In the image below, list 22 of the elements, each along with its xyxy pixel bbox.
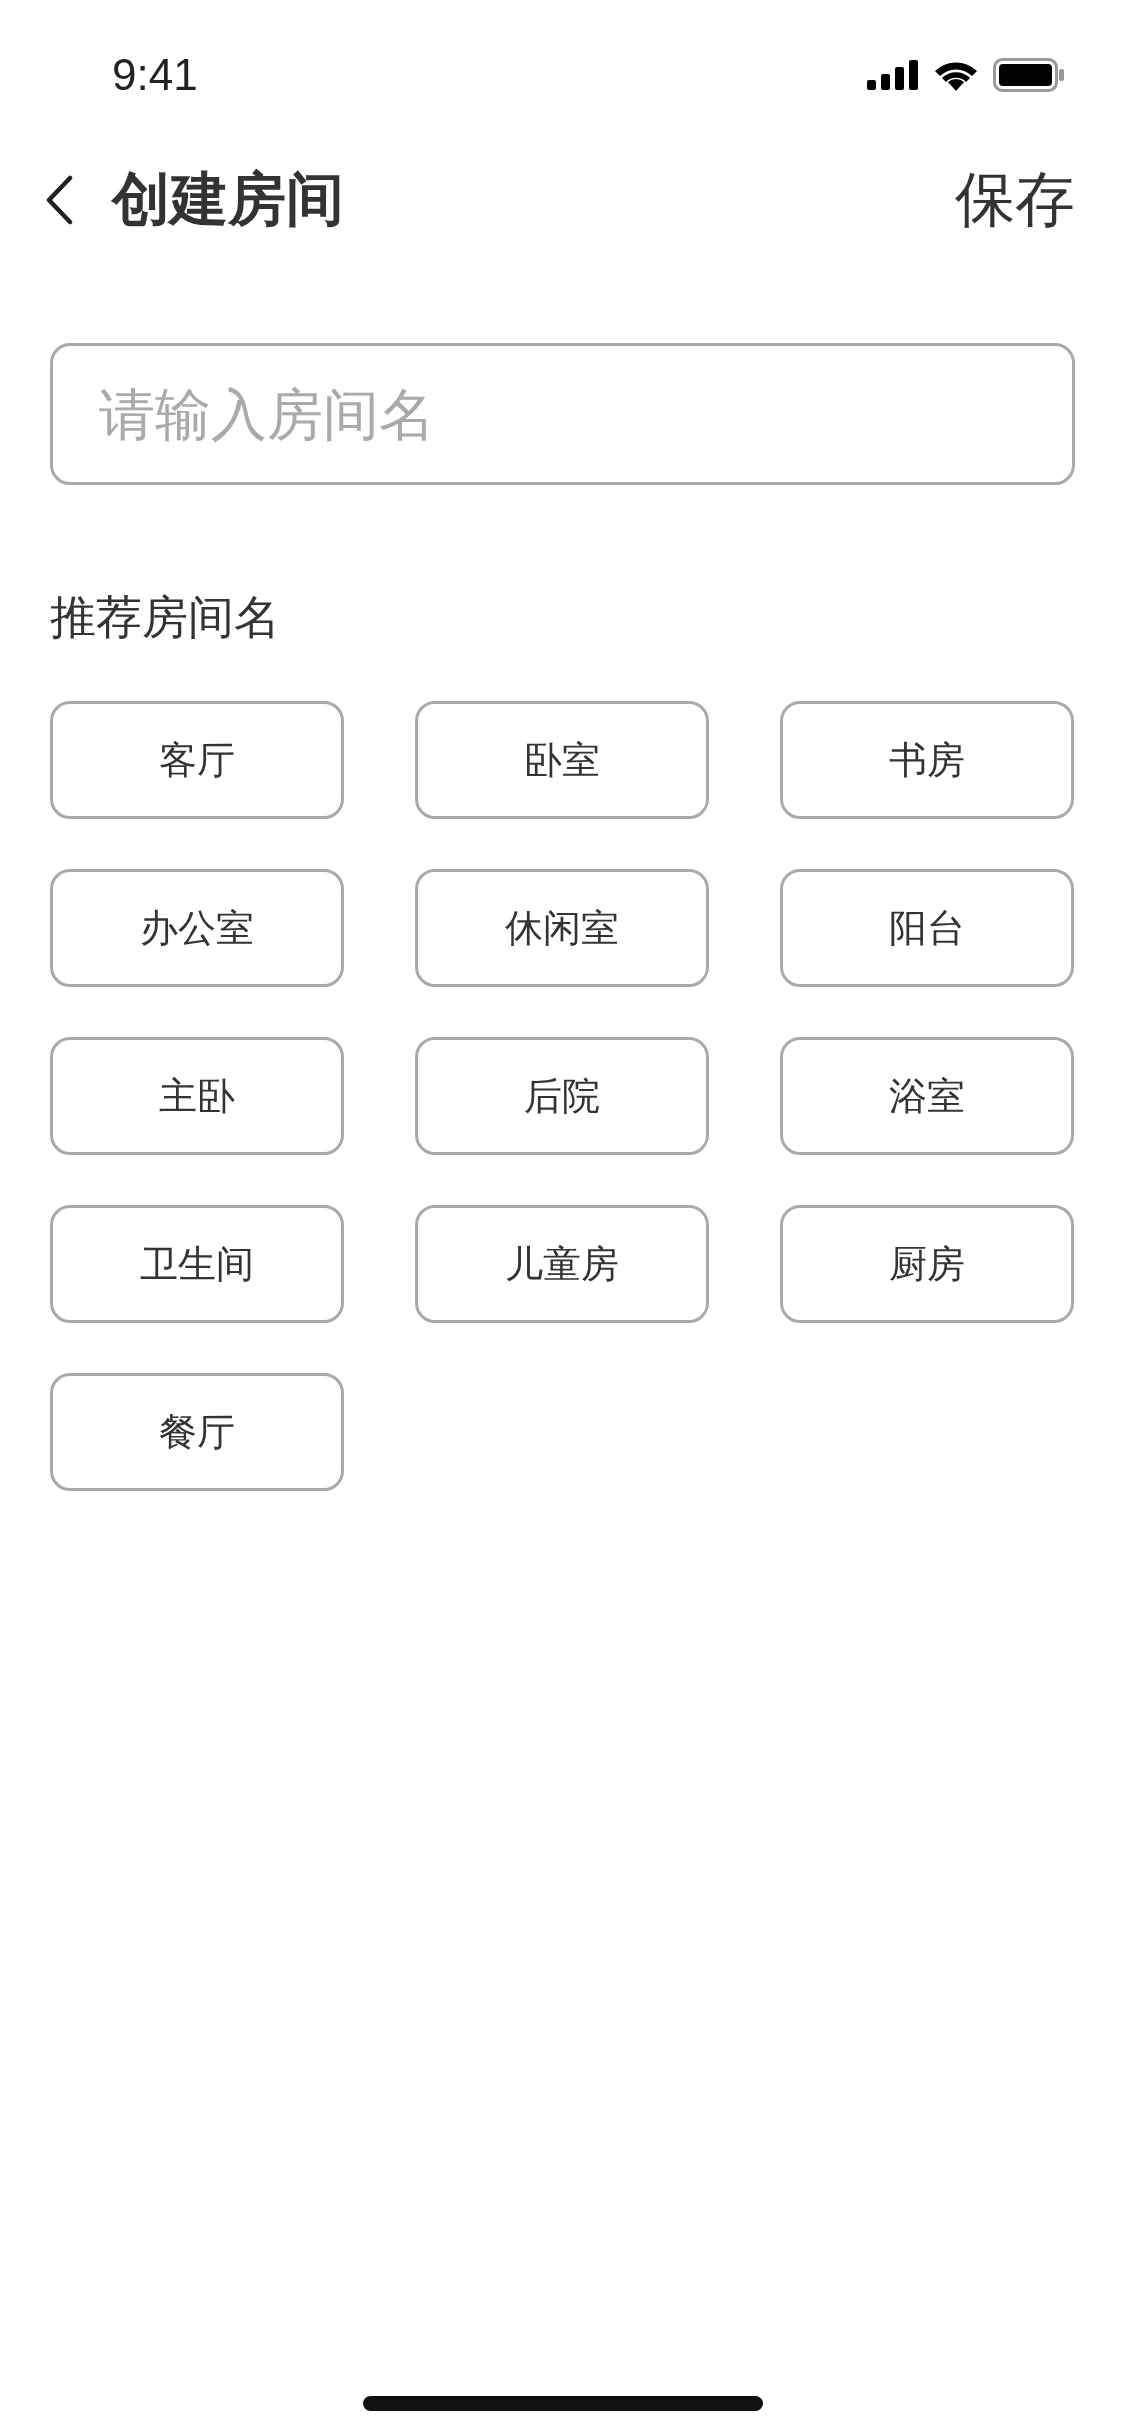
back-icon[interactable]: [44, 175, 74, 225]
room-name-chip[interactable]: 厨房: [780, 1205, 1074, 1323]
room-name-chip[interactable]: 浴室: [780, 1037, 1074, 1155]
room-name-chip[interactable]: 儿童房: [415, 1205, 709, 1323]
save-button[interactable]: 保存: [955, 159, 1075, 241]
room-name-chip[interactable]: 餐厅: [50, 1373, 344, 1491]
room-name-field[interactable]: 请输入房间名: [50, 343, 1075, 485]
room-name-chip[interactable]: 办公室: [50, 869, 344, 987]
wifi-icon: [933, 59, 979, 91]
room-name-chip[interactable]: 书房: [780, 701, 1074, 819]
signal-icon: [867, 60, 919, 90]
room-name-chip[interactable]: 卧室: [415, 701, 709, 819]
page-title: 创建房间: [112, 164, 345, 235]
status-time: 9:41: [112, 50, 198, 100]
room-name-chip[interactable]: 主卧: [50, 1037, 344, 1155]
battery-icon: [993, 58, 1065, 92]
room-name-chip[interactable]: 后院: [415, 1037, 709, 1155]
room-name-chip[interactable]: 休闲室: [415, 869, 709, 987]
room-name-chip[interactable]: 卫生间: [50, 1205, 344, 1323]
section-label: 推荐房间名: [50, 589, 281, 646]
room-name-chip[interactable]: 阳台: [780, 869, 1074, 987]
room-name-chip[interactable]: 客厅: [50, 701, 344, 819]
